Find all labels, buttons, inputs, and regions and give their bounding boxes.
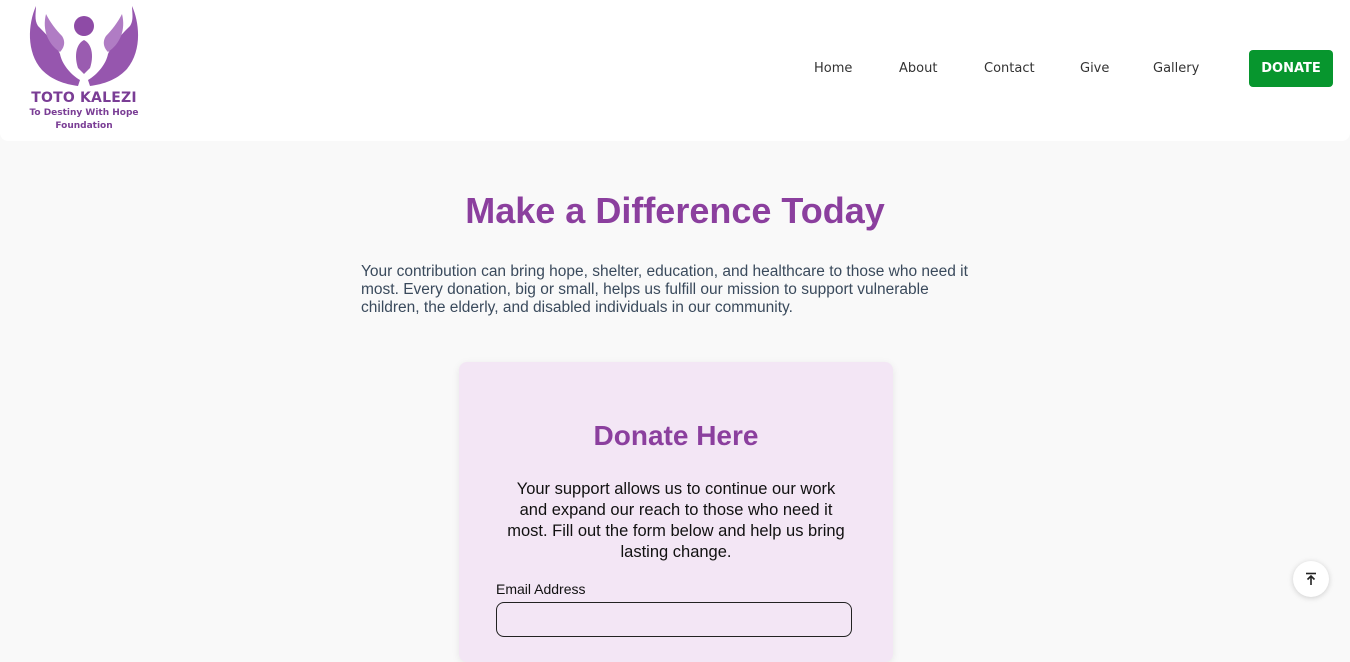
- site-logo[interactable]: TOTO KALEZI To Destiny With Hope Foundat…: [22, 4, 146, 136]
- logo-tagline-line2: Foundation: [55, 121, 113, 131]
- nav-about[interactable]: About: [899, 61, 937, 76]
- site-header: TOTO KALEZI To Destiny With Hope Foundat…: [0, 0, 1350, 141]
- scroll-to-top-button[interactable]: [1293, 561, 1329, 597]
- logo-tagline-line1: To Destiny With Hope: [29, 108, 139, 118]
- nav-home[interactable]: Home: [814, 61, 852, 76]
- logo-tagline: To Destiny With Hope Foundation: [22, 107, 146, 133]
- donate-card-description: Your support allows us to continue our w…: [507, 480, 845, 561]
- nav-contact[interactable]: Contact: [984, 61, 1035, 76]
- hero-title: Make a Difference Today: [465, 190, 885, 231]
- nav-gallery[interactable]: Gallery: [1153, 61, 1199, 76]
- donate-card-title: Donate Here: [593, 420, 759, 451]
- logo-brand-name: TOTO KALEZI: [31, 90, 137, 106]
- hero-description: Your contribution can bring hope, shelte…: [361, 263, 968, 316]
- donate-button[interactable]: DONATE: [1249, 50, 1333, 87]
- email-field[interactable]: [496, 602, 852, 637]
- email-label: Email Address: [496, 581, 586, 597]
- donate-card: Donate Here Your support allows us to co…: [459, 362, 893, 662]
- nav-give[interactable]: Give: [1080, 61, 1109, 76]
- arrow-up-to-line-icon: [1306, 572, 1316, 585]
- hands-holding-person-icon: [29, 6, 139, 86]
